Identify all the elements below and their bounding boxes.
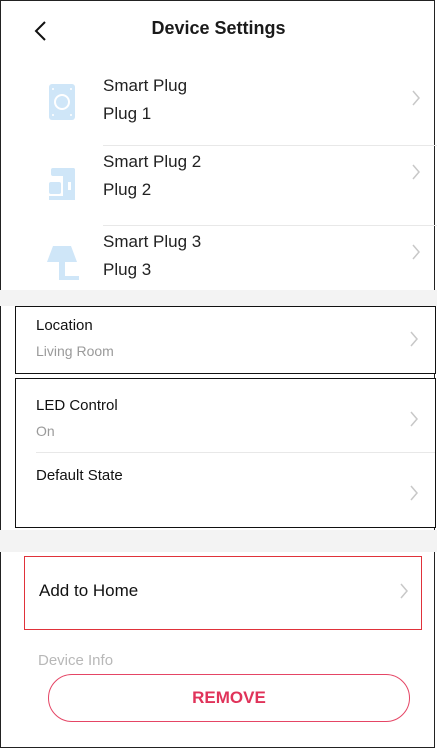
device-name: Smart Plug 2 [103,152,202,171]
add-to-home-row[interactable]: Add to Home [24,556,422,630]
chevron-right-icon [400,583,408,599]
device-row-smart-plug-2[interactable]: Smart Plug 2 Plug 2 [0,146,437,226]
device-subtitle: Plug 3 [103,260,152,279]
device-subtitle: Plug 2 [103,180,152,199]
section-gap [0,530,437,552]
led-control-value: On [36,423,55,439]
section-gap [0,290,437,306]
plug-icon [49,84,75,120]
remove-button[interactable]: REMOVE [48,674,410,722]
add-to-home-label: Add to Home [39,581,139,600]
device-info-label: Device Info [38,652,114,669]
chevron-right-icon [412,164,420,180]
default-state-row[interactable]: Default State [16,453,435,527]
chevron-right-icon [412,244,420,260]
chevron-right-icon [410,485,418,501]
location-row[interactable]: Location Living Room [15,306,436,374]
chevron-right-icon [410,411,418,427]
default-state-label: Default State [36,467,123,484]
header: Device Settings [0,0,437,60]
location-label: Location [36,317,93,334]
device-name: Smart Plug 3 [103,232,202,251]
chevron-right-icon [410,331,418,347]
chevron-right-icon [412,90,420,106]
led-control-row[interactable]: LED Control On [16,379,435,453]
settings-group: LED Control On Default State [15,378,436,528]
page-title: Device Settings [151,18,286,38]
device-subtitle: Plug 1 [103,104,152,123]
location-value: Living Room [36,343,114,359]
device-row-smart-plug[interactable]: Smart Plug Plug 1 [0,66,437,146]
lamp-icon [47,246,79,280]
led-control-label: LED Control [36,397,118,414]
coffee-maker-icon [49,168,75,200]
device-name: Smart Plug [103,76,188,95]
